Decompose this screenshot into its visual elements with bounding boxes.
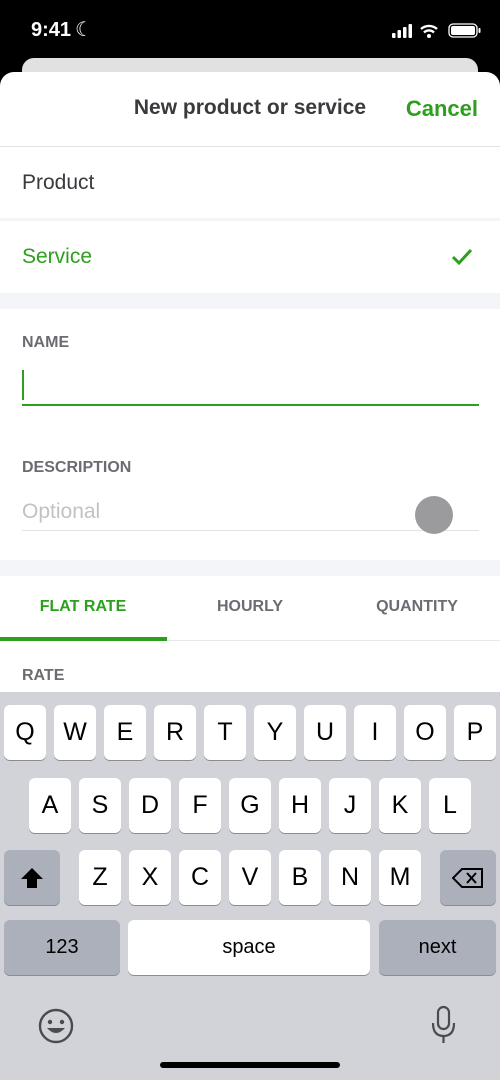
key-p[interactable]: P [454,705,496,760]
key-h[interactable]: H [279,778,321,833]
rate-label: RATE [22,667,65,684]
shift-icon [21,867,43,888]
key-u[interactable]: U [304,705,346,760]
description-placeholder: Optional [22,500,101,523]
checkmark-icon [451,248,473,266]
option-label: Service [22,245,93,268]
numbers-key[interactable]: 123 [4,920,120,975]
delete-key[interactable] [440,850,496,905]
key-z[interactable]: Z [79,850,121,905]
key-w[interactable]: W [54,705,96,760]
wifi-icon [420,24,438,34]
status-icons [392,23,481,38]
key-x[interactable]: X [129,850,171,905]
key-d[interactable]: D [129,778,171,833]
key-c[interactable]: C [179,850,221,905]
key-r[interactable]: R [154,705,196,760]
name-input[interactable] [22,366,479,406]
key-e[interactable]: E [104,705,146,760]
name-label: NAME [22,334,70,351]
key-q[interactable]: Q [4,705,46,760]
tab-flat-rate[interactable]: FLAT RATE [0,598,166,616]
key-b[interactable]: B [279,850,321,905]
next-key[interactable]: next [379,920,496,975]
tab-quantity[interactable]: QUANTITY [334,598,500,616]
key-t[interactable]: T [204,705,246,760]
status-time: 9:41 [31,19,72,41]
description-input[interactable]: Optional [22,496,479,531]
type-option-service[interactable]: Service [0,221,500,293]
key-l[interactable]: L [429,778,471,833]
description-label: DESCRIPTION [22,459,132,476]
key-s[interactable]: S [79,778,121,833]
tab-hourly[interactable]: HOURLY [167,598,333,616]
backspace-icon [452,867,483,888]
key-k[interactable]: K [379,778,421,833]
key-i[interactable]: I [354,705,396,760]
space-key[interactable]: space [128,920,370,975]
key-n[interactable]: N [329,850,371,905]
key-a[interactable]: A [29,778,71,833]
moon-icon: ☾ [75,19,93,41]
option-label: Product [22,171,95,194]
shift-key[interactable] [4,850,60,905]
text-cursor [22,370,24,400]
signal-icon [392,24,412,38]
key-f[interactable]: F [179,778,221,833]
battery-icon [448,23,481,38]
type-option-product[interactable]: Product [0,147,500,219]
home-indicator [160,1062,340,1068]
key-g[interactable]: G [229,778,271,833]
microphone-icon[interactable] [430,1005,458,1045]
key-v[interactable]: V [229,850,271,905]
assistive-touch-button[interactable] [415,496,453,534]
key-o[interactable]: O [404,705,446,760]
active-tab-indicator [0,637,167,641]
key-y[interactable]: Y [254,705,296,760]
key-j[interactable]: J [329,778,371,833]
key-m[interactable]: M [379,850,421,905]
emoji-icon[interactable] [38,1008,74,1044]
section-divider [0,560,500,576]
section-divider [0,293,500,309]
cancel-button[interactable]: Cancel [406,96,478,122]
